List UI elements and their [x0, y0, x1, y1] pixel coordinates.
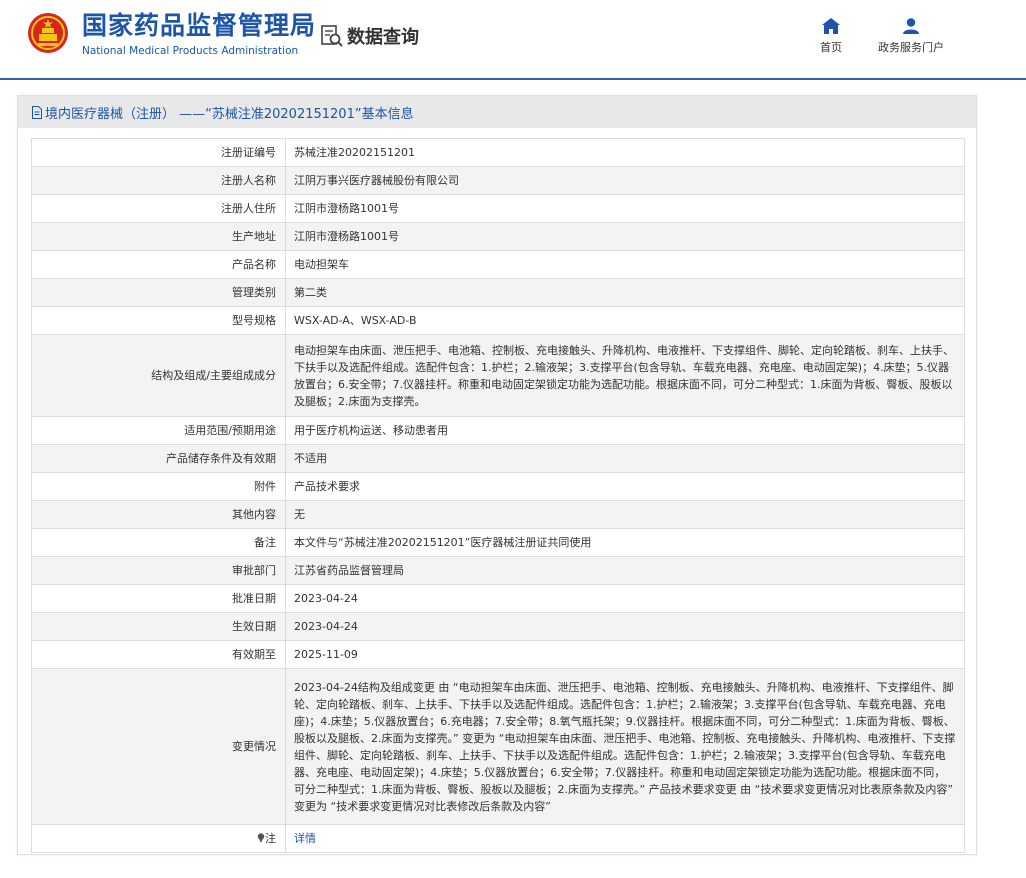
field-value: 详情: [285, 824, 965, 853]
field-value: 电动担架车由床面、泄压把手、电池箱、控制板、充电接触头、升降机构、电液推杆、下支…: [285, 334, 965, 417]
field-label: 批准日期: [31, 584, 286, 613]
site-subtitle: National Medical Products Administration: [82, 45, 299, 57]
field-value: 江阴市澄杨路1001号: [285, 222, 965, 251]
field-value: 无: [285, 500, 965, 529]
field-label: 产品名称: [31, 250, 286, 279]
field-label: 注册人住所: [31, 194, 286, 223]
national-emblem-logo[interactable]: [27, 12, 69, 54]
field-value: 2023-04-24: [285, 612, 965, 641]
table-row: 生产地址 江阴市澄杨路1001号: [31, 222, 965, 251]
field-value: 2025-11-09: [285, 640, 965, 669]
field-value: 第二类: [285, 278, 965, 307]
field-value: 产品技术要求: [285, 472, 965, 501]
nav-service-portal-label: 政务服务门户: [878, 41, 944, 54]
field-value: 江阴市澄杨路1001号: [285, 194, 965, 223]
field-label: 审批部门: [31, 556, 286, 585]
document-icon: [32, 105, 42, 119]
field-label: 注册证编号: [31, 138, 286, 167]
details-link[interactable]: 详情: [294, 832, 316, 845]
field-label: 有效期至: [31, 640, 286, 669]
table-row: 型号规格 WSX-AD-A、WSX-AD-B: [31, 306, 965, 335]
data-query-label: 数据查询: [347, 27, 419, 48]
field-value: 2023-04-24结构及组成变更 由 “电动担架车由床面、泄压把手、电池箱、控…: [285, 668, 965, 825]
site-header: 国家药品监督管理局 National Medical Products Admi…: [0, 0, 1026, 80]
table-row: 产品储存条件及有效期 不适用: [31, 444, 965, 473]
field-value: 2023-04-24: [285, 584, 965, 613]
user-icon: [903, 18, 919, 34]
pin-icon: [257, 833, 265, 843]
note-label: 注: [265, 832, 276, 845]
field-label: 备注: [31, 528, 286, 557]
field-value: 不适用: [285, 444, 965, 473]
field-label: 管理类别: [31, 278, 286, 307]
table-row: 备注 本文件与“苏械注准20202151201”医疗器械注册证共同使用: [31, 528, 965, 557]
site-title: 国家药品监督管理局: [82, 11, 317, 40]
field-value: WSX-AD-A、WSX-AD-B: [285, 306, 965, 335]
field-value: 江苏省药品监督管理局: [285, 556, 965, 585]
field-label: 变更情况: [31, 668, 286, 825]
nav-home-label: 首页: [820, 41, 842, 54]
field-label: 结构及组成/主要组成成分: [31, 334, 286, 417]
nav-home[interactable]: 首页: [812, 18, 850, 55]
field-value: 电动担架车: [285, 250, 965, 279]
field-label: 注: [31, 824, 286, 853]
table-row: 适用范围/预期用途 用于医疗机构运送、移动患者用: [31, 416, 965, 445]
table-row: 注 详情: [31, 824, 965, 853]
table-row: 注册人名称 江阴万事兴医疗器械股份有限公司: [31, 166, 965, 195]
field-label: 生产地址: [31, 222, 286, 251]
table-row: 注册人住所 江阴市澄杨路1001号: [31, 194, 965, 223]
field-label: 产品储存条件及有效期: [31, 444, 286, 473]
table-row: 变更情况 2023-04-24结构及组成变更 由 “电动担架车由床面、泄压把手、电…: [31, 668, 965, 825]
table-row: 审批部门 江苏省药品监督管理局: [31, 556, 965, 585]
field-value: 用于医疗机构运送、移动患者用: [285, 416, 965, 445]
document-search-icon: [321, 25, 343, 47]
detail-panel: 境内医疗器械（注册） ——“苏械注准20202151201”基本信息 注册证编号…: [17, 95, 977, 855]
table-row: 注册证编号 苏械注准20202151201: [31, 138, 965, 167]
registration-info-table: 注册证编号 苏械注准20202151201 注册人名称 江阴万事兴医疗器械股份有限公…: [31, 138, 965, 853]
field-label: 注册人名称: [31, 166, 286, 195]
table-row: 结构及组成/主要组成成分 电动担架车由床面、泄压把手、电池箱、控制板、充电接触头、…: [31, 334, 965, 417]
panel-header: 境内医疗器械（注册） ——“苏械注准20202151201”基本信息: [18, 96, 976, 128]
table-row: 其他内容无: [31, 500, 965, 529]
table-row: 生效日期 2023-04-24: [31, 612, 965, 641]
table-row: 附件 产品技术要求: [31, 472, 965, 501]
field-value: 苏械注准20202151201: [285, 138, 965, 167]
table-row: 批准日期 2023-04-24: [31, 584, 965, 613]
field-label: 附件: [31, 472, 286, 501]
table-row: 管理类别 第二类: [31, 278, 965, 307]
nav-service-portal[interactable]: 政务服务门户: [872, 18, 950, 55]
data-query-title: 数据查询: [320, 22, 419, 50]
field-label: 其他内容: [31, 500, 286, 529]
field-label: 型号规格: [31, 306, 286, 335]
home-icon: [822, 18, 840, 34]
field-value: 本文件与“苏械注准20202151201”医疗器械注册证共同使用: [285, 528, 965, 557]
panel-title: 境内医疗器械（注册） ——“苏械注准20202151201”基本信息: [45, 106, 414, 122]
field-label: 适用范围/预期用途: [31, 416, 286, 445]
field-value: 江阴万事兴医疗器械股份有限公司: [285, 166, 965, 195]
table-row: 产品名称 电动担架车: [31, 250, 965, 279]
field-label: 生效日期: [31, 612, 286, 641]
table-row: 有效期至 2025-11-09: [31, 640, 965, 669]
